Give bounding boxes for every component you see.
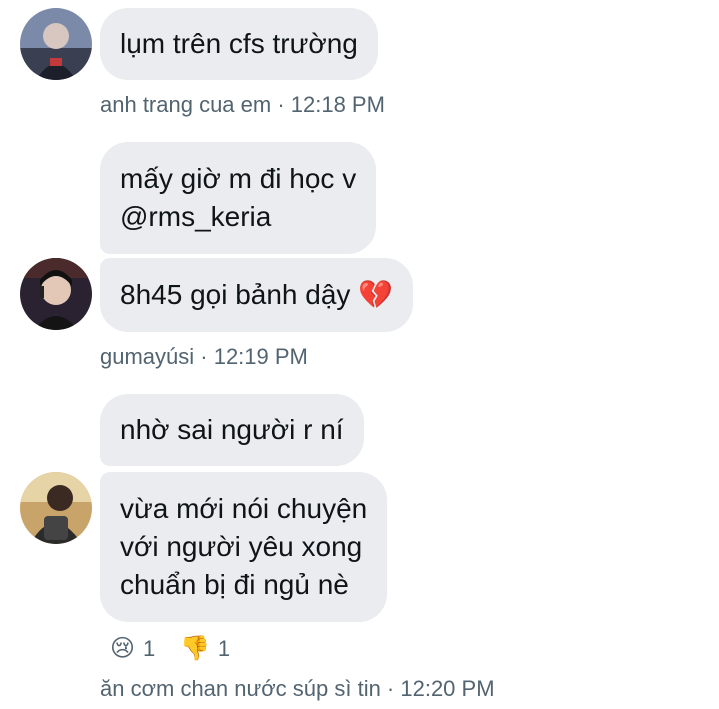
profile-photo-icon [20, 258, 92, 330]
thumbs-down-icon: 👎 [180, 635, 210, 662]
profile-photo-icon [20, 472, 92, 544]
reaction-crying[interactable]: 😢 1 [110, 636, 155, 662]
message-text: lụm trên cfs trường [120, 28, 358, 59]
crying-face-icon: 😢 [110, 635, 136, 662]
message-text: 8h45 gọi bảnh dậy 💔 [120, 279, 394, 310]
reaction-count: 1 [217, 636, 231, 661]
reaction-thumbs-down[interactable]: 👎 1 [180, 636, 230, 662]
message-text: nhờ sai người r ní [120, 414, 344, 445]
message-bubble[interactable]: nhờ sai người r ní [100, 394, 364, 466]
message-bubble[interactable]: mấy giờ m đi học v @rms_keria [100, 142, 377, 254]
message-text: vừa mới nói chuyện với người yêu xong ch… [120, 493, 368, 600]
message-bubble[interactable]: 8h45 gọi bảnh dậy 💔 [100, 258, 414, 332]
message-text: mấy giờ m đi học v @rms_keria [120, 163, 357, 232]
message-bubble[interactable]: vừa mới nói chuyện với người yêu xong ch… [100, 472, 388, 622]
message-meta: gumayúsi · 12:19 PM [100, 344, 308, 369]
avatar[interactable] [20, 8, 92, 80]
reaction-count: 1 [143, 636, 156, 661]
message-bubble[interactable]: lụm trên cfs trường [100, 8, 378, 80]
profile-photo-icon [20, 8, 92, 80]
avatar[interactable] [20, 258, 92, 330]
avatar[interactable] [20, 472, 92, 544]
message-meta: ăn cơm chan nước súp sì tin · 12:20 PM [100, 676, 495, 701]
message-meta: anh trang cua em · 12:18 PM [100, 92, 385, 117]
